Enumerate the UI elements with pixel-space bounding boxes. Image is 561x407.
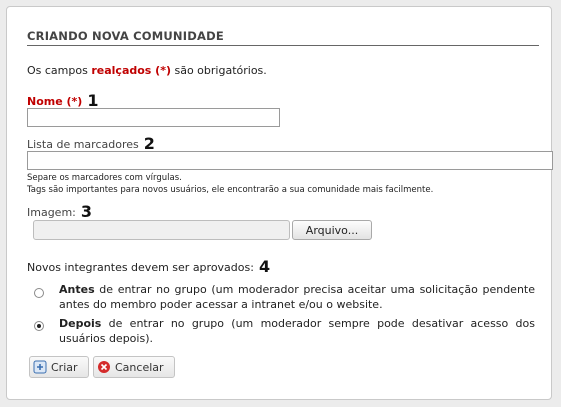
approval-before-keyword: Antes: [59, 283, 95, 296]
marker-4: 4: [258, 257, 271, 276]
create-icon: [33, 360, 47, 374]
tags-hint-line-2: Tags são importantes para novos usuários…: [27, 185, 434, 195]
cancel-button[interactable]: Cancelar: [93, 356, 175, 378]
file-path-field[interactable]: [33, 220, 290, 240]
approval-label-row: Novos integrantes devem ser aprovados: 4: [27, 256, 270, 276]
required-note-after: são obrigatórios.: [170, 64, 267, 77]
image-label: Imagem:: [27, 206, 76, 219]
name-label: Nome (*): [27, 95, 83, 108]
create-label: Criar: [51, 360, 78, 374]
form-title: Criando nova comunidade: [27, 29, 224, 43]
required-note-before: Os campos: [27, 64, 92, 77]
approval-after-keyword: Depois: [59, 317, 102, 330]
approval-before-text: de entrar no grupo (um moderador precisa…: [59, 283, 535, 311]
cancel-icon: [97, 360, 111, 374]
tags-label-row: Lista de marcadores 2: [27, 133, 155, 153]
marker-3: 3: [80, 202, 93, 221]
tags-hint-line-1: Separe os marcadores com vírgulas.: [27, 173, 182, 183]
approval-after-text: de entrar no grupo (um moderador sempre …: [59, 317, 535, 345]
approval-before-option: Antes de entrar no grupo (um moderador p…: [59, 282, 535, 312]
tags-label: Lista de marcadores: [27, 138, 139, 151]
name-input[interactable]: [27, 108, 280, 127]
create-button[interactable]: Criar: [29, 356, 89, 378]
required-fields-note: Os campos realçados (*) são obrigatórios…: [27, 64, 267, 77]
approval-before-radio[interactable]: [34, 288, 44, 298]
image-label-row: Imagem: 3: [27, 201, 92, 221]
required-note-highlight: realçados (*): [91, 64, 171, 77]
approval-label: Novos integrantes devem ser aprovados:: [27, 261, 254, 274]
tags-input[interactable]: [27, 151, 553, 170]
approval-after-radio[interactable]: [34, 321, 44, 331]
cancel-label: Cancelar: [115, 360, 164, 374]
browse-file-button[interactable]: Arquivo...: [292, 220, 372, 240]
approval-after-option: Depois de entrar no grupo (um moderador …: [59, 316, 535, 346]
title-divider: [27, 45, 539, 46]
name-label-row: Nome (*) 1: [27, 90, 98, 110]
community-form-panel: Criando nova comunidade Os campos realça…: [6, 6, 553, 400]
